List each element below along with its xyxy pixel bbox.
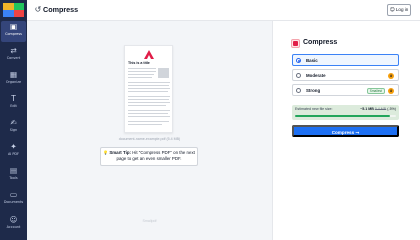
compress-button-label: Compress: [331, 130, 355, 135]
estimated-size-value: ~5.1 MB 5.4 MB (-5%): [360, 107, 396, 111]
option-label: Strong: [306, 87, 321, 93]
sidebar: ▣ Compress ⇄ Convert ▦ Organize T Edit ✍ Sign ✦ AI …: [0, 0, 27, 240]
document-text-line: [128, 96, 170, 98]
folder-icon: ▭: [9, 190, 18, 199]
logo-quadrant-3: [3, 10, 14, 17]
sidebar-item-label: Sign: [9, 128, 18, 132]
organize-icon: ▦: [9, 70, 18, 79]
logo-quadrant-1: [3, 3, 14, 10]
sidebar-item-edit[interactable]: T Edit: [1, 93, 26, 114]
document-image-placeholder: [158, 68, 169, 78]
radio-button[interactable]: [296, 88, 301, 93]
user-icon: ☺: [9, 215, 18, 224]
user-icon: ☺: [389, 7, 395, 13]
document-text-line: [128, 82, 170, 84]
app-logo[interactable]: [3, 3, 24, 17]
sidebar-item-ai-pdf[interactable]: ✦ AI PDF: [1, 141, 26, 162]
document-text-line: [128, 110, 170, 112]
document-text-line: [128, 105, 166, 107]
smart-tip-label: Smart Tip:: [109, 150, 131, 155]
document-title: This is a title: [128, 61, 150, 65]
sidebar-item-label: Compress: [5, 32, 22, 36]
smallest-badge: Smallest: [366, 87, 385, 94]
document-text-line: [128, 116, 170, 118]
document-text-line: [128, 71, 156, 73]
document-text-line: [128, 102, 170, 104]
sidebar-item-label: Edit: [10, 104, 17, 108]
lightbulb-icon: 💡: [103, 150, 109, 155]
compress-button[interactable]: Compress →: [292, 125, 399, 137]
compress-icon: ▣: [9, 22, 18, 31]
ai-sparkle-icon: ✦: [10, 142, 17, 151]
brand-watermark: Smallpdf: [142, 219, 157, 223]
document-thumbnail[interactable]: This is a title: [124, 45, 173, 133]
sidebar-item-convert[interactable]: ⇄ Convert: [1, 45, 26, 66]
sidebar-item-documents[interactable]: ▭ Documents: [1, 189, 26, 210]
sidebar-item-organize[interactable]: ▦ Organize: [1, 69, 26, 90]
login-button[interactable]: ☺Log in: [387, 4, 411, 16]
tools-grid-icon: ▤: [9, 166, 18, 175]
size-progress-fill: [295, 115, 390, 117]
document-text-line: [128, 91, 168, 93]
logo-quadrant-2: [13, 3, 24, 10]
compress-options-panel: Compress Basic Moderate ♛ Strong Smalles…: [272, 21, 420, 240]
document-text-line: [128, 121, 169, 123]
sidebar-item-label: Account: [6, 225, 21, 229]
sidebar-item-compress[interactable]: ▣ Compress: [1, 21, 26, 42]
sidebar-item-label: Documents: [3, 200, 24, 204]
estimated-size-label: Estimated new file size:: [295, 107, 333, 111]
size-progress-bar: [295, 115, 396, 117]
document-text-line: [128, 74, 154, 76]
option-basic[interactable]: Basic: [292, 54, 399, 66]
pro-crown-icon: ♛: [388, 72, 394, 79]
old-size: 5.4 MB: [374, 107, 387, 111]
sidebar-item-tools[interactable]: ▤ Tools: [1, 165, 26, 186]
sidebar-item-label: Organize: [5, 80, 22, 84]
arrow-right-icon: →: [355, 131, 360, 136]
login-label: Log in: [395, 7, 409, 12]
panel-title: Compress: [303, 39, 338, 46]
estimated-size-box: Estimated new file size: ~5.1 MB 5.4 MB …: [292, 105, 399, 120]
sidebar-item-label: Convert: [6, 56, 21, 60]
sidebar-item-account[interactable]: ☺ Account: [1, 214, 26, 235]
text-edit-icon: T: [11, 94, 16, 103]
document-filename: document-name-example.pdf (5.4 MB): [118, 137, 181, 141]
sidebar-item-label: Tools: [9, 176, 18, 180]
document-logo-icon: [144, 50, 154, 59]
option-strong[interactable]: Strong Smallest ♛: [292, 84, 399, 96]
option-moderate[interactable]: Moderate ♛: [292, 69, 399, 81]
option-label: Basic: [306, 57, 318, 63]
document-preview-area: This is a title document-name-example.pd…: [27, 21, 272, 240]
radio-button[interactable]: [296, 58, 301, 63]
document-text-line: [128, 85, 169, 87]
radio-button[interactable]: [296, 73, 301, 78]
convert-icon: ⇄: [10, 46, 17, 55]
document-text-line: [128, 88, 170, 90]
document-text-line: [128, 113, 168, 115]
size-change: (-5%): [387, 107, 396, 111]
document-text-line: [128, 77, 152, 79]
page-title: Compress: [43, 5, 79, 14]
logo-quadrant-4: [13, 10, 24, 17]
signature-icon: ✍: [10, 118, 17, 127]
option-label: Moderate: [306, 72, 326, 78]
compress-tool-icon: [291, 39, 300, 48]
document-text-line: [128, 124, 162, 126]
pro-crown-icon: ♛: [388, 87, 394, 94]
sidebar-item-sign[interactable]: ✍ Sign: [1, 117, 26, 138]
smart-tip-box: 💡 Smart Tip: Hit "Compress PDF" on the n…: [100, 147, 198, 166]
sidebar-item-label: AI PDF: [7, 152, 19, 156]
new-size: ~5.1 MB: [360, 107, 374, 111]
document-text-line: [128, 68, 156, 70]
document-text-line: [128, 99, 169, 101]
top-header: ↺ Compress ☺Log in: [27, 0, 420, 21]
